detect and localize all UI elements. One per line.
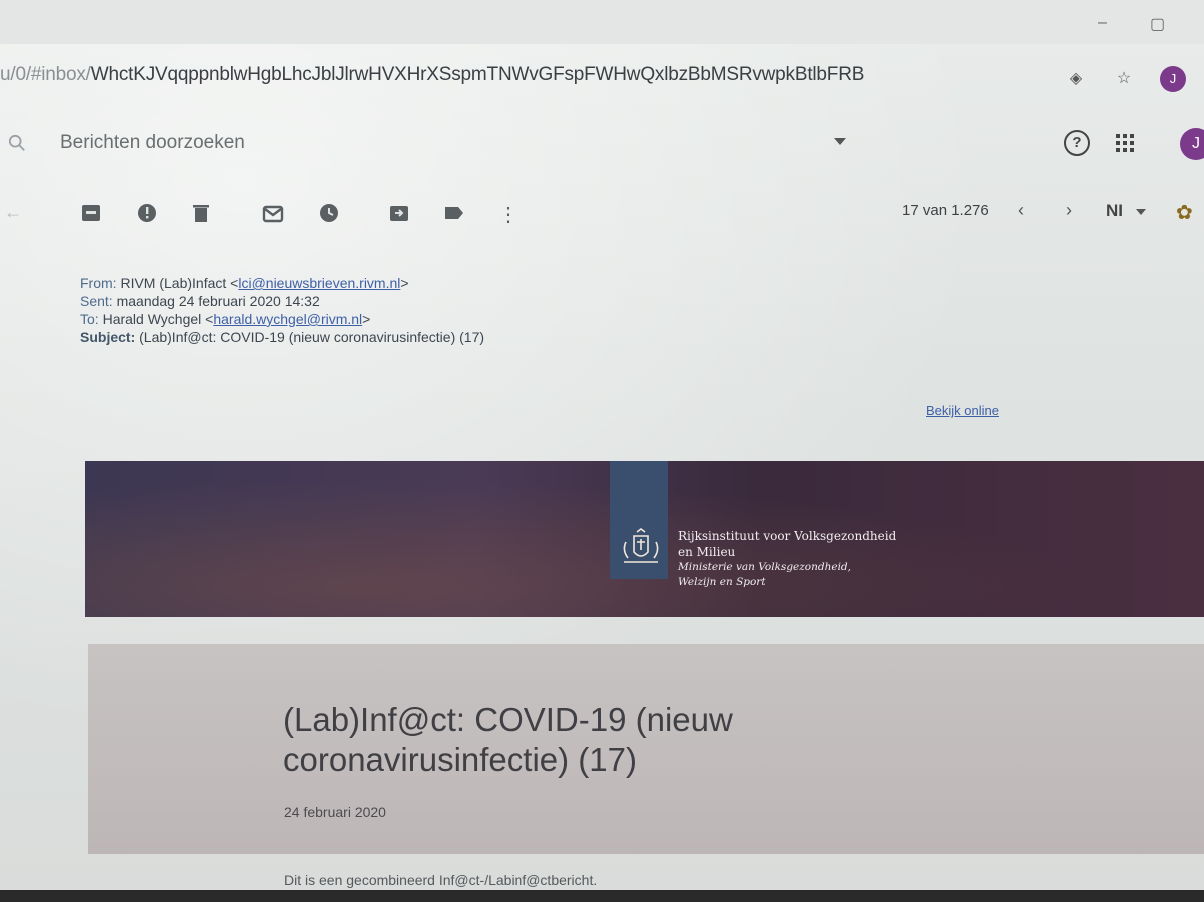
ministry-line-2: Welzijn en Sport	[678, 576, 766, 588]
mark-unread-icon[interactable]	[262, 202, 284, 224]
sent-label: Sent:	[80, 293, 113, 309]
org-line-1: Rijksinstituut voor Volksgezondheid	[678, 529, 897, 543]
from-close: >	[400, 275, 409, 291]
newsletter-title: (Lab)Inf@ct: COVID-19 (nieuw coronavirus…	[283, 701, 733, 778]
to-label: To:	[80, 311, 99, 327]
organization-name: Rijksinstituut voor Volksgezondheid en M…	[678, 528, 896, 590]
email-header-block: From: RIVM (Lab)Infact <lci@nieuwsbrieve…	[80, 274, 484, 346]
header-to: To: Harald Wychgel <harald.wychgel@rivm.…	[80, 310, 484, 328]
screen: – ▢ u/0/#inbox/WhctKJVqqppnblwHgbLhcJblJ…	[0, 0, 1204, 902]
from-name: RIVM (Lab)Infact <	[120, 275, 239, 291]
apps-grid-icon[interactable]	[1114, 132, 1136, 154]
url-text[interactable]: u/0/#inbox/WhctKJVqqppnblwHgbLhcJblJlrwH…	[0, 64, 864, 86]
search-options-icon[interactable]	[834, 138, 846, 145]
gear-icon[interactable]: ✿	[1176, 200, 1193, 225]
url-prefix: u/0/#inbox/	[0, 64, 91, 85]
url-path: WhctKJVqqppnblwHgbLhcJblJlrwHVXHrXSspmTN…	[90, 64, 865, 85]
search-icon[interactable]	[8, 134, 26, 152]
newsletter-date: 24 februari 2020	[284, 804, 386, 820]
chevron-left-icon[interactable]: ‹	[1018, 200, 1024, 221]
browser-titlebar: – ▢	[0, 0, 1204, 44]
coat-of-arms-icon	[623, 528, 659, 563]
org-line-2: en Milieu	[678, 545, 736, 559]
from-label: From:	[80, 275, 117, 291]
to-email-link[interactable]: harald.wychgel@rivm.nl	[213, 311, 362, 327]
eye-icon[interactable]: ◈	[1066, 68, 1086, 88]
screen-bezel	[0, 890, 1204, 902]
snooze-icon[interactable]	[318, 202, 340, 224]
address-bar[interactable]: u/0/#inbox/WhctKJVqqppnblwHgbLhcJblJlrwH…	[0, 48, 1204, 110]
chevron-right-icon[interactable]: ›	[1066, 200, 1072, 221]
delete-icon[interactable]	[190, 202, 212, 224]
search-input[interactable]: Berichten doorzoeken	[60, 132, 245, 154]
subject-value: (Lab)Inf@ct: COVID-19 (nieuw coronavirus…	[139, 329, 485, 345]
browser-profile-avatar[interactable]: J	[1160, 66, 1186, 92]
archive-icon[interactable]	[80, 202, 102, 224]
to-name: Harald Wychgel <	[102, 311, 214, 327]
chevron-down-icon[interactable]	[1136, 209, 1146, 215]
sent-value: maandag 24 februari 2020 14:32	[116, 293, 320, 309]
move-to-icon[interactable]	[388, 202, 410, 224]
message-toolbar: ← ⋮ 17 van 1.276 ‹ › NI ✿	[0, 188, 1204, 238]
more-options-icon[interactable]: ⋮	[498, 202, 520, 226]
help-icon[interactable]: ?	[1064, 130, 1090, 156]
from-email-link[interactable]: lci@nieuwsbrieven.rivm.nl	[238, 275, 400, 291]
view-online-link[interactable]: Bekijk online	[926, 403, 999, 418]
header-subject: Subject: (Lab)Inf@ct: COVID-19 (nieuw co…	[80, 328, 484, 346]
language-selector[interactable]: NI	[1106, 201, 1123, 221]
gmail-search-row: Berichten doorzoeken ? J	[0, 118, 1204, 172]
minimize-icon[interactable]: –	[1098, 14, 1107, 32]
star-icon[interactable]: ☆	[1114, 68, 1134, 88]
account-avatar[interactable]: J	[1180, 128, 1204, 160]
report-spam-icon[interactable]	[136, 202, 158, 224]
header-sent: Sent: maandag 24 februari 2020 14:32	[80, 292, 484, 310]
subject-label: Subject:	[80, 329, 136, 345]
newsletter-body-text: Dit is een gecombineerd Inf@ct-/Labinf@c…	[284, 872, 598, 888]
header-from: From: RIVM (Lab)Infact <lci@nieuwsbrieve…	[80, 274, 484, 292]
to-close: >	[362, 311, 371, 327]
back-arrow-icon[interactable]: ←	[4, 202, 26, 224]
restore-icon[interactable]: ▢	[1150, 14, 1165, 34]
label-icon[interactable]	[443, 202, 465, 224]
ministry-line-1: Ministerie van Volksgezondheid,	[678, 561, 851, 573]
pagination-label: 17 van 1.276	[902, 202, 989, 219]
